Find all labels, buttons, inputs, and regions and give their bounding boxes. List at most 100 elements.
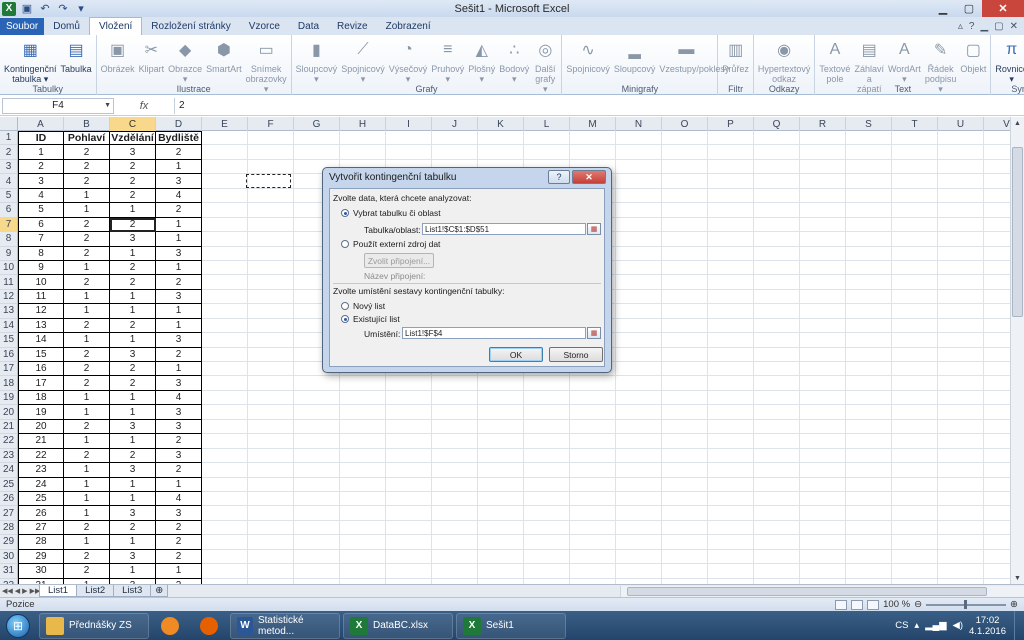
cell-C12[interactable]: 1 — [110, 289, 156, 305]
taskbar-item-4[interactable]: X DataBC.xlsx — [343, 612, 453, 639]
cell-E28[interactable] — [202, 520, 248, 536]
cell-G30[interactable] — [294, 549, 340, 565]
cell-N30[interactable] — [616, 549, 662, 565]
cell-D22[interactable]: 2 — [156, 434, 202, 449]
tab-0[interactable]: Domů — [44, 18, 89, 35]
column-header-N[interactable]: N — [616, 117, 662, 131]
cell-N24[interactable] — [616, 463, 662, 478]
column-header-U[interactable]: U — [938, 117, 984, 131]
cell-Q19[interactable] — [754, 390, 800, 406]
cell-C9[interactable]: 1 — [110, 246, 156, 261]
cell-E10[interactable] — [202, 260, 248, 276]
cell-F7[interactable] — [248, 217, 294, 233]
row-header[interactable]: 13 — [0, 304, 18, 319]
cell-A11[interactable]: 10 — [18, 275, 64, 290]
cell-T22[interactable] — [892, 434, 938, 449]
cell-C7[interactable]: 2 — [110, 217, 156, 233]
cell-D2[interactable]: 2 — [156, 145, 202, 160]
cell-A29[interactable]: 28 — [18, 535, 64, 550]
column-header-R[interactable]: R — [800, 117, 846, 131]
radio-select-range[interactable] — [341, 209, 349, 217]
cell-F22[interactable] — [248, 434, 294, 449]
cell-F1[interactable] — [248, 131, 294, 146]
cell-A6[interactable]: 5 — [18, 203, 64, 218]
cell-O28[interactable] — [662, 520, 708, 536]
cell-S1[interactable] — [846, 131, 892, 146]
row-header[interactable]: 19 — [0, 390, 18, 406]
cell-R17[interactable] — [800, 362, 846, 377]
row-header[interactable]: 11 — [0, 275, 18, 290]
cell-S10[interactable] — [846, 260, 892, 276]
cell-G26[interactable] — [294, 491, 340, 507]
cell-L19[interactable] — [524, 390, 570, 406]
cell-Q29[interactable] — [754, 535, 800, 550]
cell-Q17[interactable] — [754, 362, 800, 377]
undo-icon[interactable]: ↶ — [38, 2, 52, 16]
cell-P7[interactable] — [708, 217, 754, 233]
cell-T13[interactable] — [892, 304, 938, 319]
cell-S25[interactable] — [846, 477, 892, 492]
cell-S4[interactable] — [846, 174, 892, 189]
cell-P2[interactable] — [708, 145, 754, 160]
cell-R16[interactable] — [800, 347, 846, 362]
cell-F31[interactable] — [248, 564, 294, 579]
cell-C30[interactable]: 3 — [110, 549, 156, 565]
cell-E9[interactable] — [202, 246, 248, 261]
cell-O17[interactable] — [662, 362, 708, 377]
row-header[interactable]: 23 — [0, 448, 18, 464]
row-header[interactable]: 29 — [0, 535, 18, 550]
cell-N29[interactable] — [616, 535, 662, 550]
cell-D4[interactable]: 3 — [156, 174, 202, 189]
cell-T26[interactable] — [892, 491, 938, 507]
cell-V25[interactable] — [984, 478, 1010, 492]
cell-Q15[interactable] — [754, 333, 800, 348]
cell-D30[interactable]: 2 — [156, 549, 202, 565]
location-collapse-icon[interactable]: ▦ — [587, 327, 601, 339]
cell-R24[interactable] — [800, 463, 846, 478]
cell-T29[interactable] — [892, 535, 938, 550]
cell-M26[interactable] — [570, 491, 616, 507]
range-collapse-icon[interactable]: ▦ — [587, 223, 601, 235]
cell-B16[interactable]: 2 — [64, 347, 110, 362]
cell-U1[interactable] — [938, 131, 984, 146]
cell-N5[interactable] — [616, 188, 662, 204]
column-header-O[interactable]: O — [662, 117, 708, 131]
cell-A4[interactable]: 3 — [18, 174, 64, 189]
cell-E24[interactable] — [202, 463, 248, 478]
cell-E16[interactable] — [202, 347, 248, 362]
cell-T20[interactable] — [892, 405, 938, 420]
cell-L28[interactable] — [524, 520, 570, 536]
cell-S29[interactable] — [846, 535, 892, 550]
cell-T19[interactable] — [892, 390, 938, 406]
cell-O25[interactable] — [662, 477, 708, 492]
cell-A20[interactable]: 19 — [18, 405, 64, 420]
cell-P11[interactable] — [708, 275, 754, 290]
help-icon[interactable]: ? — [548, 170, 570, 184]
cell-Q4[interactable] — [754, 174, 800, 189]
cell-P1[interactable] — [708, 131, 754, 146]
cell-O13[interactable] — [662, 304, 708, 319]
row-header[interactable]: 17 — [0, 362, 18, 377]
row-header[interactable]: 10 — [0, 260, 18, 276]
cell-C8[interactable]: 3 — [110, 232, 156, 247]
cell-I27[interactable] — [386, 506, 432, 521]
cell-S24[interactable] — [846, 463, 892, 478]
cell-J22[interactable] — [432, 434, 478, 449]
cell-A16[interactable]: 15 — [18, 347, 64, 362]
cell-J30[interactable] — [432, 549, 478, 565]
tab-3[interactable]: Vzorce — [240, 18, 289, 35]
cell-B24[interactable]: 1 — [64, 463, 110, 478]
radio-external-source[interactable] — [341, 240, 349, 248]
network-icon[interactable]: ▂▄▆ — [925, 620, 946, 631]
cell-F18[interactable] — [248, 376, 294, 391]
cell-D8[interactable]: 1 — [156, 232, 202, 247]
cell-S22[interactable] — [846, 434, 892, 449]
row-header[interactable]: 9 — [0, 246, 18, 261]
cell-V10[interactable] — [984, 261, 1010, 276]
row-header[interactable]: 2 — [0, 145, 18, 160]
cell-F10[interactable] — [248, 260, 294, 276]
cell-V8[interactable] — [984, 232, 1010, 247]
cell-D3[interactable]: 1 — [156, 159, 202, 175]
cell-Q26[interactable] — [754, 491, 800, 507]
cell-Q27[interactable] — [754, 506, 800, 521]
